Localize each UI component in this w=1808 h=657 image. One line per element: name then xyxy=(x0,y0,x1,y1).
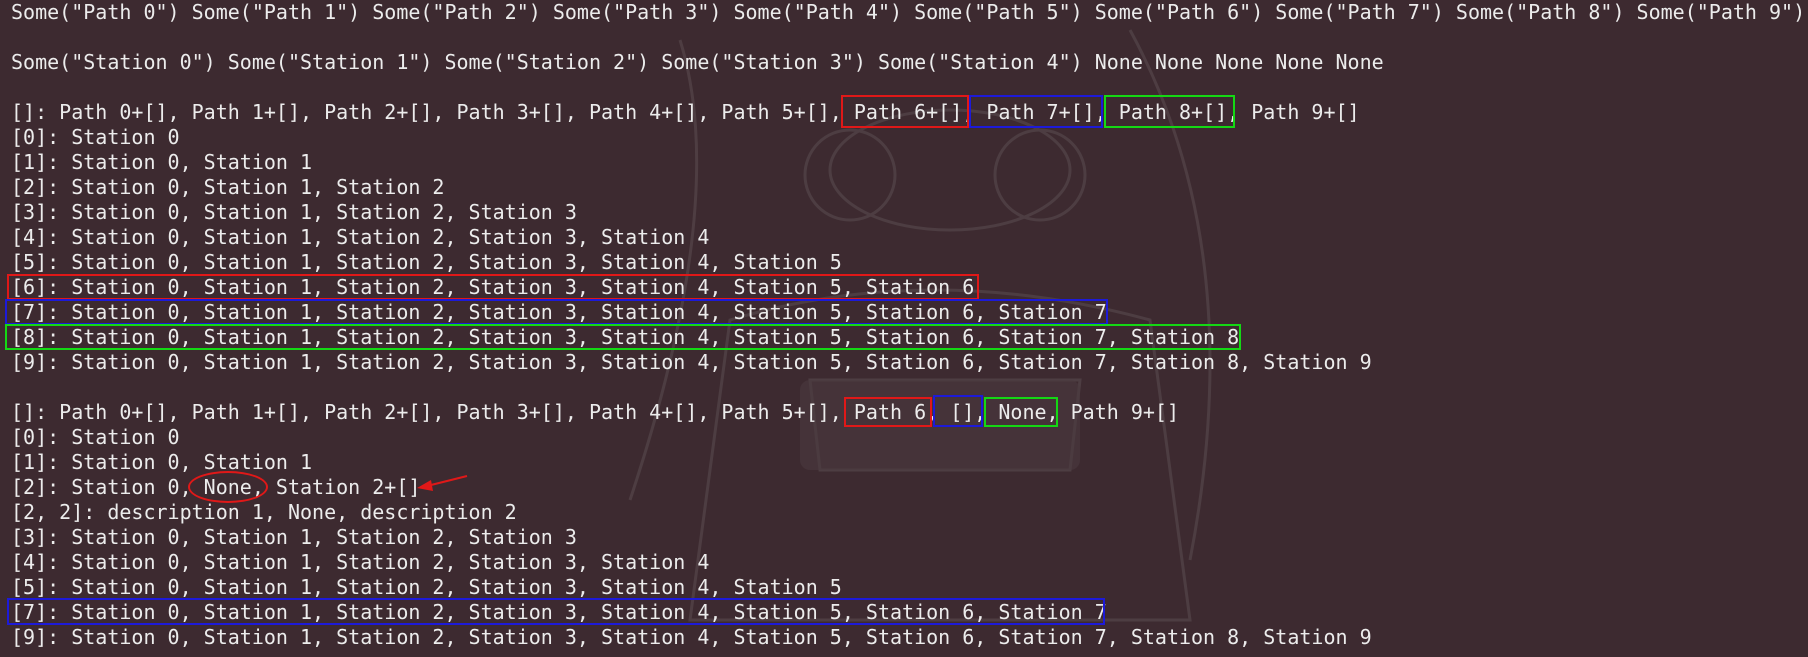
output-line: [1]: Station 0, Station 1 xyxy=(11,150,313,174)
output-line: [2]: Station 0, None, Station 2+[] xyxy=(11,475,421,499)
terminal-output[interactable]: Some("Path 0") Some("Path 1") Some("Path… xyxy=(0,0,1808,657)
output-line: Some("Station 0") Some("Station 1") Some… xyxy=(11,50,1384,74)
output-line: [2, 2]: description 1, None, description… xyxy=(11,500,517,524)
output-line: [5]: Station 0, Station 1, Station 2, St… xyxy=(11,575,842,599)
output-line: []: Path 0+[], Path 1+[], Path 2+[], Pat… xyxy=(11,400,1179,424)
output-line: [7]: Station 0, Station 1, Station 2, St… xyxy=(11,600,1107,624)
output-line: []: Path 0+[], Path 1+[], Path 2+[], Pat… xyxy=(11,100,1360,124)
output-line: [3]: Station 0, Station 1, Station 2, St… xyxy=(11,525,577,549)
output-line: [1]: Station 0, Station 1 xyxy=(11,450,313,474)
output-line: [9]: Station 0, Station 1, Station 2, St… xyxy=(11,350,1372,374)
output-line: [4]: Station 0, Station 1, Station 2, St… xyxy=(11,550,710,574)
output-line: [0]: Station 0 xyxy=(11,425,180,449)
output-line: [0]: Station 0 xyxy=(11,125,180,149)
output-line: [2]: Station 0, Station 1, Station 2 xyxy=(11,175,445,199)
output-line: [8]: Station 0, Station 1, Station 2, St… xyxy=(11,325,1240,349)
output-line: [6]: Station 0, Station 1, Station 2, St… xyxy=(11,275,975,299)
output-line: [5]: Station 0, Station 1, Station 2, St… xyxy=(11,250,842,274)
output-line: Some("Path 0") Some("Path 1") Some("Path… xyxy=(11,0,1806,24)
output-line: [4]: Station 0, Station 1, Station 2, St… xyxy=(11,225,710,249)
output-line: [7]: Station 0, Station 1, Station 2, St… xyxy=(11,300,1107,324)
output-line: [9]: Station 0, Station 1, Station 2, St… xyxy=(11,625,1372,649)
output-line: [3]: Station 0, Station 1, Station 2, St… xyxy=(11,200,577,224)
